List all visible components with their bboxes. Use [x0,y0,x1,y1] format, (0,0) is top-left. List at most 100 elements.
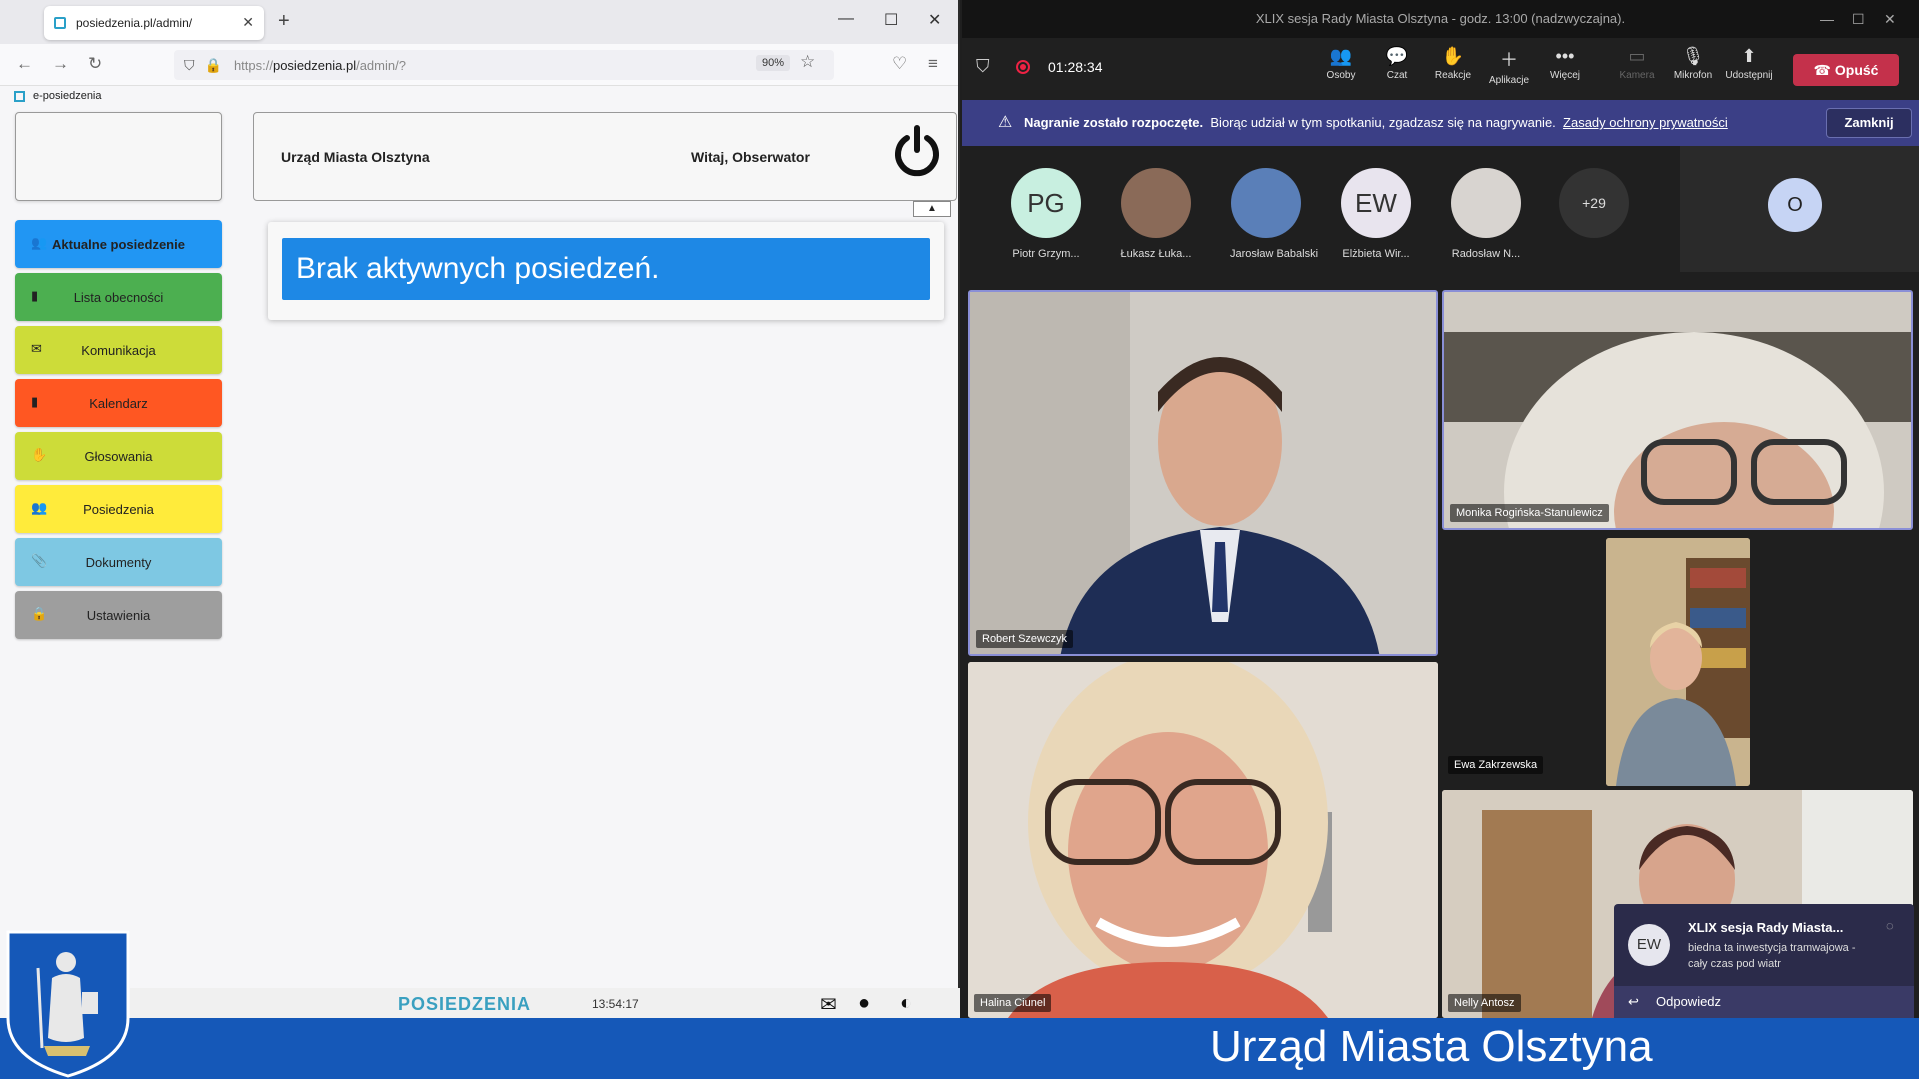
recording-banner: ⚠ Nagranie zostało rozpoczęte. Biorąc ud… [962,100,1919,146]
chat-button[interactable]: 💬 Czat [1372,46,1422,81]
organization-name: Urząd Miasta Olsztyna [281,149,430,165]
menu-item-label: Ustawienia [86,607,151,623]
group-icon: 👥 [31,500,48,515]
contrast-icon[interactable]: ◐ [900,992,912,1015]
tab-bar: posiedzenia.pl/admin/ ✕ + — ☐ ✕ [0,0,958,44]
reply-button[interactable]: ↩ Odpowiedz [1614,986,1914,1018]
collapse-button[interactable]: ▲ [913,201,951,217]
menu-item-label: Aktualne posiedzenie [52,236,185,252]
menu-item[interactable]: ✉ Komunikacja [15,326,222,374]
menu-item-label: Posiedzenia [83,501,154,517]
chat-bubble-icon[interactable]: ◌ [1886,918,1894,933]
page-header: Urząd Miasta Olsztyna Witaj, Obserwator [253,112,957,201]
apps-button[interactable]: ＋ Aplikacje [1484,46,1534,86]
video-tile[interactable]: Halina Ciunel [968,662,1438,1018]
video-tile[interactable]: Monika Rogińska-Stanulewicz [1442,290,1913,530]
meeting-title-bar: XLIX sesja Rady Miasta Olsztyna - godz. … [962,0,1919,38]
footer-clock: 13:54:17 [592,997,639,1011]
chat-title: XLIX sesja Rady Miasta... [1688,920,1844,935]
site-favicon-icon [54,17,66,29]
people-icon: 👥 [1329,46,1353,66]
reply-icon: ↩ [1628,994,1639,1009]
hand-icon: ✋ [31,447,48,462]
participant-name: Ewa Zakrzewska [1448,756,1544,774]
participant-video [1444,292,1911,528]
power-icon[interactable] [889,124,945,180]
roster-participant[interactable]: PG Piotr Grzym... [1010,168,1082,260]
back-icon[interactable]: ← [16,54,33,74]
roster-participant[interactable]: Łukasz Łuka... [1120,168,1192,260]
lock-icon: 🔒 [31,606,48,621]
logo-box [15,112,222,201]
participant-name: Radosław N... [1451,248,1521,260]
address-bar[interactable]: ⛉ 🔒 https://posiedzenia.pl/admin/? [174,50,834,80]
menu-item[interactable]: 👥 Posiedzenia [15,485,222,533]
more-button[interactable]: ••• Więcej [1540,46,1590,81]
mic-button[interactable]: 🎙 Mikrofon [1668,46,1718,81]
minimize-icon[interactable]: — [1820,0,1834,38]
shield-icon[interactable]: ⛉ [976,56,990,77]
pocket-icon[interactable]: ♡ [892,54,907,74]
reload-icon[interactable]: ↻ [88,54,102,74]
close-tab-icon[interactable]: ✕ [242,14,254,31]
mail-icon[interactable]: ✉ [820,992,837,1017]
shield-icon[interactable]: ⛉ [184,57,195,74]
reactions-button[interactable]: ✋ Reakcje [1428,46,1478,81]
more-participants-count: +29 [1559,168,1629,238]
browser-tab[interactable]: posiedzenia.pl/admin/ ✕ [44,6,264,40]
bookmark-star-icon[interactable]: ☆ [800,52,815,72]
camera-button[interactable]: ▭ Kamera [1612,46,1662,81]
participant-avatar [1231,168,1301,238]
menu-item[interactable]: ✋ Głosowania [15,432,222,480]
maximize-icon[interactable]: ☐ [1852,0,1865,38]
nav-bar: ← → ↻ ⛉ 🔒 https://posiedzenia.pl/admin/?… [0,44,958,86]
menu-item[interactable]: 👥 Aktualne posiedzenie [15,220,222,268]
zoom-indicator[interactable]: 90% [756,55,791,71]
share-button[interactable]: ⬆ Udostępnij [1724,46,1774,81]
more-participants[interactable]: +29 [1558,168,1630,238]
video-tile[interactable] [1606,538,1750,786]
calendar-icon: ▮ [31,394,39,409]
forward-icon[interactable]: → [52,54,69,74]
city-crest-icon [6,930,130,1078]
leave-button[interactable]: ☎ Opuść [1793,54,1899,86]
participant-name: Robert Szewczyk [976,630,1073,648]
roster-participant[interactable]: Radosław N... [1450,168,1522,260]
menu-item[interactable]: 🔒 Ustawienia [15,591,222,639]
maximize-icon[interactable]: ☐ [884,10,898,30]
menu-item-label: Dokumenty [85,554,152,570]
bookmark-favicon-icon [14,90,25,102]
new-tab-button[interactable]: + [278,10,290,33]
menu-item[interactable]: ▮ Kalendarz [15,379,222,427]
users-icon[interactable]: ● [858,992,870,1015]
envelope-icon: ✉ [31,341,42,356]
roster-participant[interactable]: Jarosław Babalski [1230,168,1318,260]
plus-icon: ＋ [1500,50,1518,70]
participant-name: Elżbieta Wir... [1342,248,1410,260]
video-tile[interactable]: Robert Szewczyk [968,290,1438,656]
menu-icon[interactable]: ≡ [928,54,938,74]
band-title: Urząd Miasta Olsztyna [1210,1022,1653,1071]
people-button[interactable]: 👥 Osoby [1316,46,1366,81]
menu-item-label: Lista obecności [73,289,164,305]
users-icon: 👥 [31,235,48,250]
meeting-toolbar: ⛉ 01:28:34 👥 Osoby 💬 Czat ✋ Reakcje ＋ Aplika… [962,38,1919,100]
chat-notification[interactable]: EW XLIX sesja Rady Miasta... ◌ biedna ta… [1614,904,1914,1018]
close-window-icon[interactable]: ✕ [1884,0,1896,38]
privacy-link[interactable]: Zasady ochrony prywatności [1563,115,1728,130]
teams-window: XLIX sesja Rady Miasta Olsztyna - godz. … [962,0,1919,1018]
camera-off-icon: ▭ [1628,46,1646,66]
tab-title: posiedzenia.pl/admin/ [76,16,193,30]
close-window-icon[interactable]: ✕ [928,10,941,30]
bookmark-item[interactable]: e-posiedzenia [33,90,102,102]
participant-avatar: EW [1341,168,1411,238]
participant-name: Monika Rogińska-Stanulewicz [1450,504,1609,522]
web-page: Urząd Miasta Olsztyna Witaj, Obserwator … [0,106,960,1018]
close-banner-button[interactable]: Zamknij [1826,108,1912,138]
roster-participant[interactable]: EW Elżbieta Wir... [1340,168,1412,260]
menu-item[interactable]: 📎 Dokumenty [15,538,222,586]
minimize-icon[interactable]: — [838,10,854,28]
page-footer: POSIEDZENIA 13:54:17 ✉ ● ◐ [130,988,960,1018]
lock-icon[interactable]: 🔒 [205,57,222,74]
menu-item[interactable]: ▮ Lista obecności [15,273,222,321]
